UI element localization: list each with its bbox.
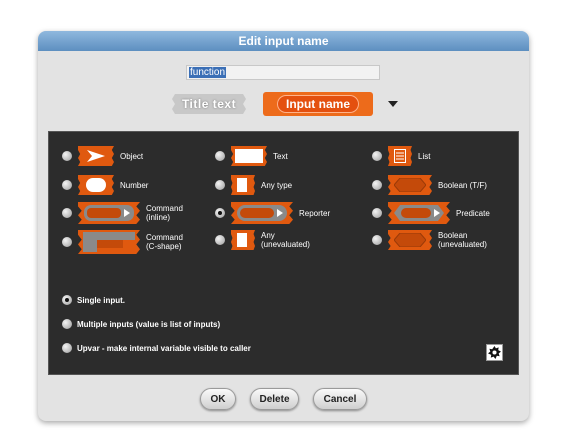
type-label-list: List [418,151,431,161]
title-text-toggle[interactable]: Title text [172,94,246,114]
ok-button[interactable]: OK [200,388,236,410]
boolean-icon [388,175,432,195]
type-option-command-c-shape[interactable]: Command (C-shape) [62,230,183,254]
input-name-label: Input name [276,95,359,113]
reporter-icon [231,202,293,224]
type-label-reporter: Reporter [299,208,331,218]
radio-command-c-shape[interactable] [62,237,72,247]
type-option-number[interactable]: Number [62,175,148,195]
input-name-value: function [189,67,227,78]
type-option-object[interactable]: Object [62,146,143,166]
type-option-boolean[interactable]: Boolean (T/F) [372,175,487,195]
type-label-number: Number [120,180,149,190]
type-option-text[interactable]: Text [215,146,288,166]
text-icon [231,146,267,166]
dialog-title[interactable]: Edit input name [38,31,529,51]
radio-any-unevaluated[interactable] [215,235,225,245]
input-type-panel: Object Text List Number Any type Boolean… [48,131,519,375]
type-label-command-inline: Command (inline) [146,204,183,222]
radio-upvar[interactable] [62,343,72,353]
type-label-object: Object [120,151,144,161]
type-label-boolean-unevaluated: Boolean (unevaluated) [438,231,487,249]
input-name-toggle[interactable]: Input name [263,92,373,116]
type-option-any-type[interactable]: Any type [215,175,292,195]
type-label-any-unevaluated: Any (unevaluated) [261,231,310,249]
command-c-shape-icon [78,230,140,254]
radio-single-input[interactable] [62,295,72,305]
upvar-label: Upvar - make internal variable visible t… [77,343,251,353]
list-icon [388,146,412,166]
multiple-inputs-label: Multiple inputs (value is list of inputs… [77,319,221,329]
object-arrow-icon [78,146,114,166]
any-unevaluated-icon [231,230,255,250]
boolean-unevaluated-icon [388,230,432,250]
radio-multiple-inputs[interactable] [62,319,72,329]
option-single-input[interactable]: Single input. [62,295,125,305]
edit-input-dialog: Edit input name function Title text Inpu… [38,31,529,421]
type-option-any-unevaluated[interactable]: Any (unevaluated) [215,230,310,250]
type-label-command-c-shape: Command (C-shape) [146,233,183,251]
option-upvar[interactable]: Upvar - make internal variable visible t… [62,343,251,353]
number-icon [78,175,114,195]
radio-text[interactable] [215,151,225,161]
type-label-boolean: Boolean (T/F) [438,180,487,190]
any-type-icon [231,175,255,195]
radio-object[interactable] [62,151,72,161]
type-option-command-inline[interactable]: Command (inline) [62,202,183,224]
type-option-list[interactable]: List [372,146,430,166]
delete-button[interactable]: Delete [250,388,299,410]
radio-list[interactable] [372,151,382,161]
single-input-label: Single input. [77,295,125,305]
radio-command-inline[interactable] [62,208,72,218]
type-label-predicate: Predicate [456,208,490,218]
type-option-predicate[interactable]: Predicate [372,202,490,224]
option-multiple-inputs[interactable]: Multiple inputs (value is list of inputs… [62,319,220,329]
type-label-text: Text [273,151,288,161]
command-inline-icon [78,202,140,224]
radio-any-type[interactable] [215,180,225,190]
radio-number[interactable] [62,180,72,190]
radio-boolean-unevaluated[interactable] [372,235,382,245]
predicate-icon [388,202,450,224]
radio-predicate[interactable] [372,208,382,218]
settings-gear-icon[interactable] [486,344,503,361]
type-option-boolean-unevaluated[interactable]: Boolean (unevaluated) [372,230,487,250]
dropdown-arrow-icon[interactable] [388,101,398,109]
type-option-reporter[interactable]: Reporter [215,202,330,224]
input-name-field[interactable]: function [186,65,380,80]
type-label-any-type: Any type [261,180,293,190]
radio-boolean[interactable] [372,180,382,190]
radio-reporter[interactable] [215,208,225,218]
cancel-button[interactable]: Cancel [313,388,367,410]
